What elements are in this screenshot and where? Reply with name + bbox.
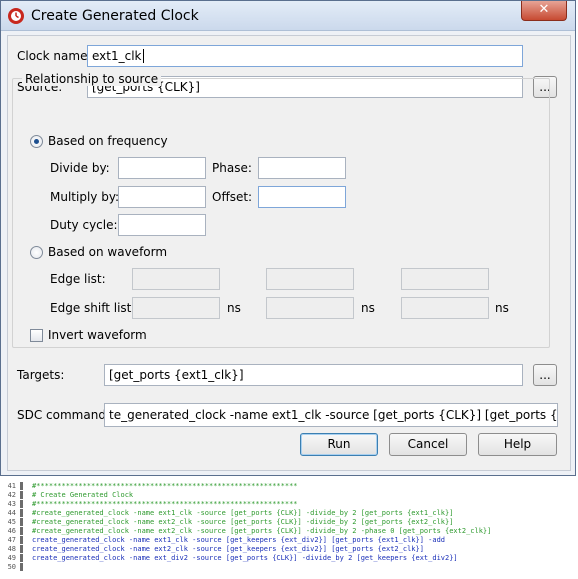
offset-label: Offset: [212, 190, 253, 204]
code-line: 42 # Create Generated Clock [0, 491, 578, 500]
multiply-by-input[interactable] [118, 186, 206, 208]
code-text: create_generated_clock -name ext_div2 -s… [32, 554, 458, 562]
targets-input[interactable]: [get_ports {ext1_clk}] [104, 364, 523, 386]
line-marker [20, 554, 23, 562]
relationship-group-title: Relationship to source [22, 72, 162, 86]
code-line: 50 [0, 563, 578, 572]
code-line: 44 #create_generated_clock -name ext1_cl… [0, 509, 578, 518]
code-line: 43 #************************************… [0, 500, 578, 509]
line-number: 44 [7, 509, 16, 517]
code-text: # Create Generated Clock [32, 491, 134, 499]
invert-waveform-label: Invert waveform [48, 328, 147, 342]
based-on-frequency-label: Based on frequency [48, 134, 168, 148]
targets-label: Targets: [17, 368, 65, 382]
line-marker [20, 563, 23, 571]
code-text: create_generated_clock -name ext2_clk -s… [32, 545, 424, 553]
close-button[interactable]: ✕ [521, 1, 567, 21]
line-number: 46 [7, 527, 16, 535]
help-button[interactable]: Help [478, 433, 557, 456]
edge-list-label: Edge list: [50, 272, 106, 286]
multiply-by-label: Multiply by: [50, 190, 120, 204]
clock-name-input[interactable]: ext1_clk [87, 45, 523, 67]
line-number: 42 [7, 491, 16, 499]
sdc-command-field[interactable]: te_generated_clock -name ext1_clk -sourc… [104, 403, 558, 427]
line-number: 48 [7, 545, 16, 553]
invert-waveform-checkbox[interactable] [30, 329, 43, 342]
code-line: 48 create_generated_clock -name ext2_clk… [0, 545, 578, 554]
code-text: #create_generated_clock -name ext1_clk -… [32, 509, 454, 517]
edge-shift-input-2[interactable] [266, 297, 354, 319]
ns-unit-label-1: ns [227, 301, 241, 315]
ns-unit-label-2: ns [361, 301, 375, 315]
cancel-button[interactable]: Cancel [389, 433, 467, 456]
clock-name-label: Clock name: [17, 49, 92, 63]
code-text: #create_generated_clock -name ext2_clk -… [32, 518, 454, 526]
code-line: 45 #create_generated_clock -name ext2_cl… [0, 518, 578, 527]
edge-shift-input-3[interactable] [401, 297, 489, 319]
line-marker [20, 545, 23, 553]
divide-by-input[interactable] [118, 157, 206, 179]
code-line: 47 create_generated_clock -name ext1_clk… [0, 536, 578, 545]
based-on-waveform-radio[interactable] [30, 246, 43, 259]
run-button[interactable]: Run [300, 433, 378, 456]
clock-name-value: ext1_clk [92, 49, 142, 63]
line-number: 41 [7, 482, 16, 490]
code-text: create_generated_clock -name ext1_clk -s… [32, 536, 446, 544]
dialog-title: Create Generated Clock [31, 8, 199, 24]
line-number: 43 [7, 500, 16, 508]
line-number: 47 [7, 536, 16, 544]
line-marker [20, 509, 23, 517]
phase-input[interactable] [258, 157, 346, 179]
code-text: #***************************************… [32, 482, 298, 490]
line-number: 45 [7, 518, 16, 526]
line-marker [20, 518, 23, 526]
divide-by-label: Divide by: [50, 161, 110, 175]
targets-value: [get_ports {ext1_clk}] [109, 368, 244, 382]
code-text: #create_generated_clock -name ext2_clk -… [32, 527, 492, 535]
code-text: #***************************************… [32, 500, 298, 508]
duty-cycle-label: Duty cycle: [50, 218, 118, 232]
sdc-command-label: SDC command: [17, 408, 110, 422]
edge-list-input-3[interactable] [401, 268, 489, 290]
line-marker [20, 482, 23, 490]
sdc-command-value: te_generated_clock -name ext1_clk -sourc… [109, 408, 558, 422]
sdc-code-listing: 41 #************************************… [0, 479, 578, 579]
code-line: 41 #************************************… [0, 482, 578, 491]
targets-browse-button[interactable]: ... [533, 364, 557, 386]
clock-gear-icon [8, 8, 24, 24]
code-line: 46 #create_generated_clock -name ext2_cl… [0, 527, 578, 536]
title-bar[interactable]: Create Generated Clock ✕ [1, 1, 575, 31]
line-marker [20, 527, 23, 535]
line-marker [20, 536, 23, 544]
edge-shift-input-1[interactable] [132, 297, 220, 319]
line-marker [20, 500, 23, 508]
duty-cycle-input[interactable] [118, 214, 206, 236]
line-marker [20, 491, 23, 499]
edge-shift-list-label: Edge shift list: [50, 301, 136, 315]
edge-list-input-2[interactable] [266, 268, 354, 290]
close-icon: ✕ [538, 2, 550, 17]
ns-unit-label-3: ns [495, 301, 509, 315]
based-on-waveform-label: Based on waveform [48, 245, 168, 259]
based-on-frequency-radio[interactable] [30, 135, 43, 148]
phase-label: Phase: [212, 161, 252, 175]
offset-input[interactable] [258, 186, 346, 208]
line-number: 50 [7, 563, 16, 571]
edge-list-input-1[interactable] [132, 268, 220, 290]
code-line: 49 create_generated_clock -name ext_div2… [0, 554, 578, 563]
line-number: 49 [7, 554, 16, 562]
